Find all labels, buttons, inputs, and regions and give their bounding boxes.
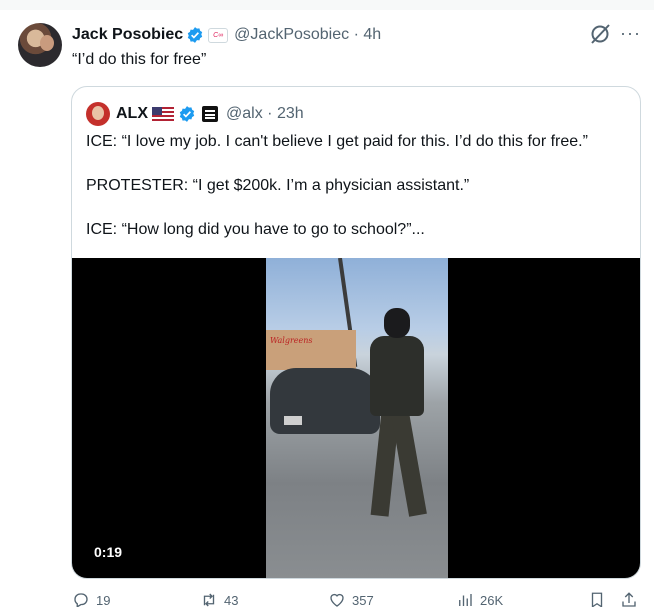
quoted-avatar[interactable] xyxy=(86,102,110,126)
quoted-tweet[interactable]: ALX @alx · 23h ICE: “I love my job. I ca… xyxy=(71,86,641,579)
author-name[interactable]: Jack Posobiec xyxy=(72,26,183,44)
repost-icon xyxy=(203,593,215,607)
video-player[interactable]: Walgreens 0:19 xyxy=(72,258,640,578)
reply-icon xyxy=(74,593,88,607)
tweet-text: “I’d do this for free” xyxy=(72,51,207,68)
top-divider xyxy=(0,0,654,10)
verified-badge-icon xyxy=(179,106,195,122)
quoted-author-name[interactable]: ALX xyxy=(116,105,148,123)
affiliate-badge[interactable]: C∞ xyxy=(208,27,229,43)
reply-count: 19 xyxy=(96,592,111,607)
reply-button[interactable]: 19 xyxy=(72,591,110,607)
repost-button[interactable]: 43 xyxy=(200,591,238,607)
views-chart-icon xyxy=(459,594,472,606)
video-frame: Walgreens xyxy=(266,258,448,578)
quoted-text: ICE: “I love my job. I can't believe I g… xyxy=(86,131,631,263)
parked-car xyxy=(270,368,380,434)
tweet-header: Jack Posobiec C∞ @JackPosobiec · 4h xyxy=(72,24,381,46)
share-icon xyxy=(622,592,636,607)
bookmark-icon xyxy=(591,592,603,607)
masked-agent xyxy=(370,308,427,528)
video-duration: 0:19 xyxy=(88,542,129,562)
tweet-time: 4h xyxy=(363,26,382,43)
verified-badge-icon xyxy=(187,27,203,43)
author-handle[interactable]: @JackPosobiec · 4h xyxy=(234,26,381,44)
like-button[interactable]: 357 xyxy=(328,591,374,607)
quoted-header: ALX @alx · 23h xyxy=(86,102,304,126)
repost-count: 43 xyxy=(224,592,239,607)
bookmark-button[interactable] xyxy=(588,591,612,607)
more-options-icon[interactable]: ··· xyxy=(620,24,641,42)
quoted-line: PROTESTER: “I get $200k. I’m a physician… xyxy=(86,177,470,194)
quoted-line: ICE: “How long did you have to go to sch… xyxy=(86,221,425,238)
store-building: Walgreens xyxy=(266,330,356,370)
quoted-time: 23h xyxy=(276,105,304,122)
like-count: 357 xyxy=(352,592,374,607)
action-bar: 19 43 357 26K xyxy=(72,591,642,607)
quoted-line: ICE: “I love my job. I can't believe I g… xyxy=(86,133,588,150)
quoted-handle[interactable]: @alx · 23h xyxy=(226,105,304,123)
share-button[interactable] xyxy=(620,591,644,607)
store-sign: Walgreens xyxy=(270,336,313,345)
views-count: 26K xyxy=(480,592,504,607)
views-button[interactable]: 26K xyxy=(456,591,503,607)
affiliate-badge[interactable] xyxy=(202,106,218,122)
heart-icon xyxy=(330,593,344,607)
author-avatar[interactable] xyxy=(18,23,62,67)
us-flag-icon xyxy=(152,107,174,121)
grok-icon[interactable] xyxy=(588,22,612,46)
